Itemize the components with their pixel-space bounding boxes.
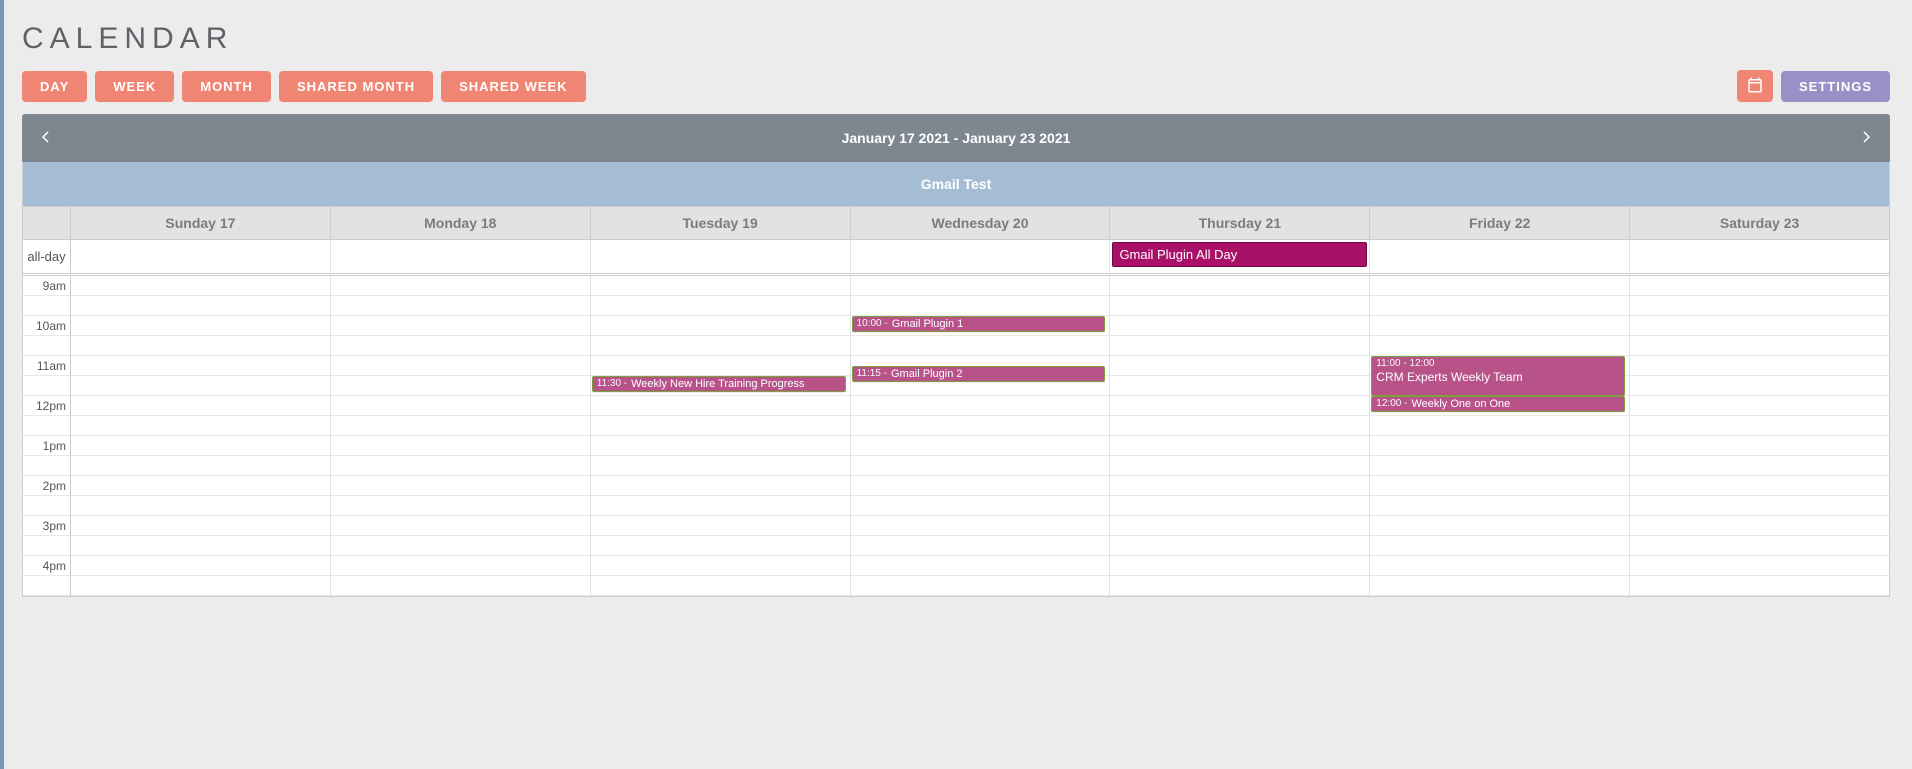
time-label: 2pm: [23, 476, 70, 496]
settings-button[interactable]: SETTINGS: [1781, 71, 1890, 102]
day-header: Sunday 17: [71, 207, 331, 239]
time-label: [23, 336, 70, 356]
event-time: 10:00 -: [857, 318, 888, 330]
page-title: CALENDAR: [22, 22, 1890, 56]
date-range: January 17 2021 - January 23 2021: [22, 130, 1890, 146]
time-label: [23, 456, 70, 476]
calendar-event[interactable]: 12:00 - Weekly One on One: [1371, 396, 1625, 412]
time-grid: 9am 10am 11am 12pm 1pm 2pm 3pm 4pm 11:30 - Weekl…: [23, 276, 1889, 596]
event-title: CRM Experts Weekly Team: [1376, 370, 1522, 384]
day-columns: 11:30 - Weekly New Hire Training Progress…: [71, 276, 1889, 596]
time-label: [23, 576, 70, 596]
calendar-icon: [1746, 76, 1764, 97]
day-column[interactable]: [71, 276, 331, 596]
day-header: Saturday 23: [1630, 207, 1889, 239]
time-label: 3pm: [23, 516, 70, 536]
allday-cell[interactable]: [71, 240, 331, 273]
chevron-left-icon: [37, 128, 55, 149]
view-toolbar: DAY WEEK MONTH SHARED MONTH SHARED WEEK …: [22, 70, 1890, 102]
shared-week-button[interactable]: SHARED WEEK: [441, 71, 586, 102]
event-time: 11:00 - 12:00: [1376, 358, 1434, 370]
shared-month-button[interactable]: SHARED MONTH: [279, 71, 433, 102]
day-column[interactable]: [331, 276, 591, 596]
day-column[interactable]: 11:30 - Weekly New Hire Training Progress: [591, 276, 851, 596]
calendar-event[interactable]: 10:00 - Gmail Plugin 1: [852, 316, 1106, 332]
day-column[interactable]: [1110, 276, 1370, 596]
date-nav-bar: January 17 2021 - January 23 2021: [22, 114, 1890, 162]
day-column[interactable]: 10:00 - Gmail Plugin 1 11:15 - Gmail Plugin…: [851, 276, 1111, 596]
chevron-right-icon: [1857, 128, 1875, 149]
day-column[interactable]: [1630, 276, 1889, 596]
day-header: Friday 22: [1370, 207, 1630, 239]
prev-week-button[interactable]: [22, 114, 70, 162]
calendar-event[interactable]: 11:15 - Gmail Plugin 2: [852, 366, 1106, 382]
event-title: Gmail Plugin 2: [891, 368, 963, 381]
time-label: 10am: [23, 316, 70, 336]
allday-cell[interactable]: [1370, 240, 1630, 273]
next-week-button[interactable]: [1842, 114, 1890, 162]
day-header: Monday 18: [331, 207, 591, 239]
time-label: [23, 376, 70, 396]
allday-cell[interactable]: [1630, 240, 1889, 273]
calendar-event[interactable]: 11:30 - Weekly New Hire Training Progress: [592, 376, 846, 392]
day-column[interactable]: 11:00 - 12:00CRM Experts Weekly Team12:0…: [1370, 276, 1630, 596]
day-header: Tuesday 19: [591, 207, 851, 239]
event-time: 11:30 -: [597, 378, 627, 390]
calendar-event[interactable]: 11:00 - 12:00CRM Experts Weekly Team: [1371, 356, 1625, 396]
calendar-grid: Sunday 17 Monday 18 Tuesday 19 Wednesday…: [22, 206, 1890, 597]
time-label: 12pm: [23, 396, 70, 416]
allday-cell[interactable]: [851, 240, 1111, 273]
time-label: 11am: [23, 356, 70, 376]
time-label: [23, 496, 70, 516]
today-button[interactable]: [1737, 70, 1773, 102]
month-button[interactable]: MONTH: [182, 71, 271, 102]
event-title: Weekly One on One: [1411, 398, 1510, 411]
event-title: Weekly New Hire Training Progress: [631, 378, 804, 391]
time-label: 4pm: [23, 556, 70, 576]
allday-row: all-day Gmail Plugin All Day: [23, 240, 1889, 276]
allday-label: all-day: [23, 240, 71, 273]
allday-cell[interactable]: Gmail Plugin All Day: [1110, 240, 1370, 273]
allday-cell[interactable]: [331, 240, 591, 273]
time-label: [23, 416, 70, 436]
day-header: Wednesday 20: [851, 207, 1111, 239]
day-button[interactable]: DAY: [22, 71, 87, 102]
time-gutter: 9am 10am 11am 12pm 1pm 2pm 3pm 4pm: [23, 276, 71, 596]
calendar-name: Gmail Test: [22, 162, 1890, 206]
time-label: 1pm: [23, 436, 70, 456]
time-label: [23, 536, 70, 556]
event-title: Gmail Plugin 1: [892, 318, 964, 331]
time-label: [23, 296, 70, 316]
event-time: 12:00 -: [1376, 398, 1407, 410]
event-time: 11:15 -: [857, 368, 887, 380]
time-label: 9am: [23, 276, 70, 296]
allday-event[interactable]: Gmail Plugin All Day: [1112, 242, 1367, 267]
day-header: Thursday 21: [1110, 207, 1370, 239]
allday-cell[interactable]: [591, 240, 851, 273]
day-header-row: Sunday 17 Monday 18 Tuesday 19 Wednesday…: [23, 207, 1889, 240]
week-button[interactable]: WEEK: [95, 71, 174, 102]
